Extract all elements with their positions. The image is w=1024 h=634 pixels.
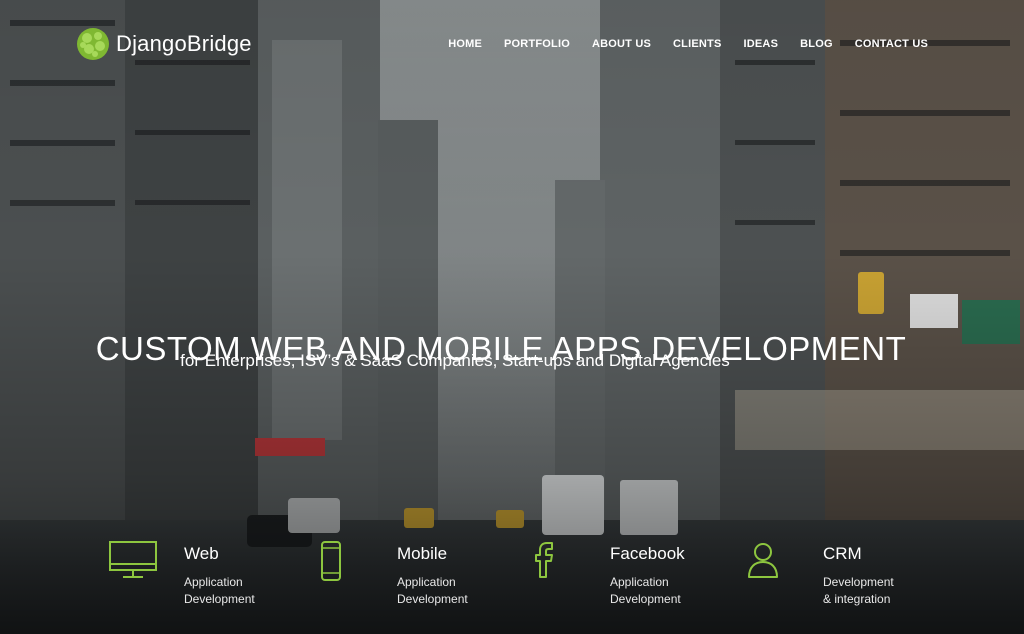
- service-desc-line2: Development: [610, 592, 681, 606]
- brand-name: DjangoBridge: [116, 31, 252, 56]
- hero-subline: for Enterprises, ISV’s & SaaS Companies,…: [180, 351, 730, 370]
- facebook-icon: [535, 542, 553, 578]
- service-desc-line1: Application: [397, 575, 456, 589]
- service-desc-line1: Application: [184, 575, 243, 589]
- service-desc: Application Development: [184, 574, 255, 608]
- nav-portfolio[interactable]: PORTFOLIO: [504, 38, 570, 50]
- monitor-icon: [109, 541, 157, 578]
- service-facebook[interactable]: Facebook Application Development: [532, 536, 712, 616]
- nav-ideas[interactable]: IDEAS: [744, 38, 779, 50]
- service-desc-line2: Development: [184, 592, 255, 606]
- site-header: DjangoBridge HOME PORTFOLIO ABOUT US CLI…: [0, 0, 1024, 90]
- service-desc-line2: Development: [397, 592, 468, 606]
- nav-contact-us[interactable]: CONTACT US: [855, 38, 928, 50]
- service-crm[interactable]: CRM Development & integration: [746, 536, 926, 616]
- service-desc: Application Development: [397, 574, 468, 608]
- nav-about-us[interactable]: ABOUT US: [592, 38, 651, 50]
- smartphone-icon: [321, 541, 341, 581]
- logo[interactable]: DjangoBridge: [76, 27, 252, 61]
- service-mobile[interactable]: Mobile Application Development: [320, 536, 500, 616]
- nav-blog[interactable]: BLOG: [800, 38, 833, 50]
- service-desc-line1: Application: [610, 575, 669, 589]
- service-title: CRM: [823, 544, 862, 563]
- user-icon: [748, 543, 778, 578]
- main-nav: HOME PORTFOLIO ABOUT US CLIENTS IDEAS BL…: [426, 38, 928, 50]
- service-desc: Application Development: [610, 574, 681, 608]
- service-web[interactable]: Web Application Development: [108, 536, 288, 616]
- service-title: Mobile: [397, 544, 448, 563]
- service-desc-line1: Development: [823, 575, 894, 589]
- service-desc-line2: & integration: [823, 592, 891, 606]
- service-desc: Development & integration: [823, 574, 894, 608]
- nav-clients[interactable]: CLIENTS: [673, 38, 721, 50]
- logo-icon: [77, 28, 109, 60]
- nav-home[interactable]: HOME: [448, 38, 482, 50]
- service-title: Web: [184, 544, 219, 563]
- service-title: Facebook: [610, 544, 685, 563]
